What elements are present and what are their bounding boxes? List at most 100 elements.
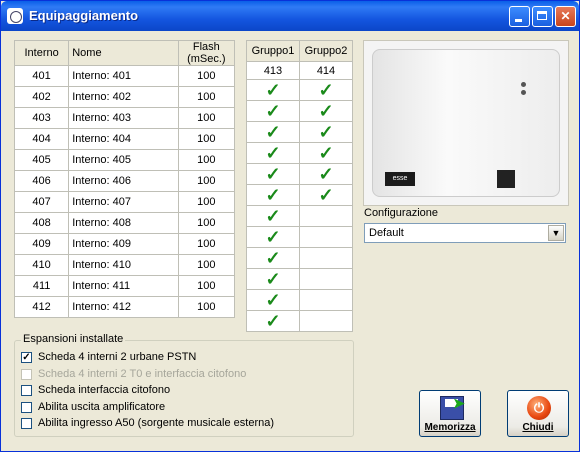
espansione-checkbox[interactable] <box>21 401 32 413</box>
table-row[interactable]: 410 Interno: 410 100 <box>13 254 236 276</box>
cell-flash[interactable]: 100 <box>177 254 236 276</box>
cell-g1[interactable]: ✓ <box>246 310 300 332</box>
column-header-gruppo2[interactable]: Gruppo2 <box>299 40 353 62</box>
cell-interno[interactable]: 401 <box>13 65 70 87</box>
table-row[interactable]: 408 Interno: 408 100 <box>13 212 236 234</box>
cell-nome[interactable]: Interno: 411 <box>68 275 179 297</box>
table-row[interactable]: 409 Interno: 409 100 <box>13 233 236 255</box>
cell-interno[interactable]: 403 <box>13 107 70 129</box>
cell-flash[interactable]: 100 <box>177 149 236 171</box>
cell-nome[interactable]: Interno: 410 <box>68 254 179 276</box>
table-row[interactable]: 402 Interno: 402 100 <box>13 86 236 108</box>
cell-g2[interactable] <box>299 226 353 248</box>
column-header-nome[interactable]: Nome <box>68 40 179 66</box>
extensions-table: Interno Nome Flash (mSec.) 401 Interno: 4… <box>13 40 236 318</box>
cell-interno[interactable]: 410 <box>13 254 70 276</box>
cell-interno[interactable]: 406 <box>13 170 70 192</box>
cell-interno[interactable]: 412 <box>13 296 70 318</box>
cell-g1[interactable]: ✓ <box>246 205 300 227</box>
table-row: ✓ ✓ <box>246 100 353 122</box>
cell-g2[interactable]: ✓ <box>299 121 353 143</box>
maximize-button[interactable] <box>532 6 553 27</box>
cell-g1[interactable]: ✓ <box>246 184 300 206</box>
cell-g2[interactable]: ✓ <box>299 100 353 122</box>
cell-flash[interactable]: 100 <box>177 107 236 129</box>
cell-nome[interactable]: Interno: 402 <box>68 86 179 108</box>
cell-g2[interactable] <box>299 247 353 269</box>
column-header-gruppo1[interactable]: Gruppo1 <box>246 40 300 62</box>
cell-g2[interactable] <box>299 289 353 311</box>
cell-g1[interactable]: ✓ <box>246 100 300 122</box>
cell-nome[interactable]: Interno: 405 <box>68 149 179 171</box>
cell-flash[interactable]: 100 <box>177 275 236 297</box>
flash-header-line2: (mSec.) <box>187 53 226 65</box>
configurazione-selected-value: Default <box>369 227 404 239</box>
cell-nome[interactable]: Interno: 401 <box>68 65 179 87</box>
cell-interno[interactable]: 411 <box>13 275 70 297</box>
table-row[interactable]: 405 Interno: 405 100 <box>13 149 236 171</box>
chiudi-button[interactable]: ⏻ Chiudi <box>507 390 569 437</box>
cell-flash[interactable]: 100 <box>177 128 236 150</box>
cell-nome[interactable]: Interno: 404 <box>68 128 179 150</box>
cell-flash[interactable]: 100 <box>177 233 236 255</box>
cell-interno[interactable]: 405 <box>13 149 70 171</box>
table-row: ✓ <box>246 289 353 311</box>
cell-g1[interactable]: ✓ <box>246 163 300 185</box>
cell-g1[interactable]: ✓ <box>246 289 300 311</box>
cell-flash[interactable]: 100 <box>177 86 236 108</box>
app-icon <box>7 8 23 24</box>
cell-nome[interactable]: Interno: 409 <box>68 233 179 255</box>
column-header-flash[interactable]: Flash (mSec.) <box>177 40 236 66</box>
cell-g2[interactable] <box>299 310 353 332</box>
cell-flash[interactable]: 100 <box>177 65 236 87</box>
status-led <box>521 82 526 87</box>
table-row[interactable]: 404 Interno: 404 100 <box>13 128 236 150</box>
cell-flash[interactable]: 100 <box>177 296 236 318</box>
espansione-checkbox[interactable] <box>21 385 32 396</box>
column-header-interno[interactable]: Interno <box>13 40 70 66</box>
cell-nome[interactable]: Interno: 408 <box>68 212 179 234</box>
minimize-button[interactable] <box>509 6 530 27</box>
check-icon: ✓ <box>265 101 281 121</box>
table-row[interactable]: 407 Interno: 407 100 <box>13 191 236 213</box>
cell-g2[interactable]: ✓ <box>299 184 353 206</box>
cell-interno[interactable]: 409 <box>13 233 70 255</box>
cell-g2[interactable] <box>299 205 353 227</box>
espansione-checkbox[interactable] <box>21 418 32 429</box>
cell-g1[interactable]: ✓ <box>246 247 300 269</box>
cell-flash[interactable]: 100 <box>177 170 236 192</box>
cell-g2[interactable] <box>299 268 353 290</box>
memorizza-button[interactable]: ➤ Memorizza <box>419 390 481 437</box>
cell-g1[interactable]: ✓ <box>246 79 300 101</box>
chevron-down-icon[interactable]: ▼ <box>548 225 564 241</box>
cell-interno[interactable]: 407 <box>13 191 70 213</box>
cell-g1[interactable]: ✓ <box>246 226 300 248</box>
cell-nome[interactable]: Interno: 406 <box>68 170 179 192</box>
configurazione-dropdown[interactable]: Default ▼ <box>364 223 566 243</box>
check-icon: ✓ <box>318 185 334 205</box>
espansione-checkbox[interactable]: ✓ <box>21 352 32 363</box>
table-row[interactable]: 403 Interno: 403 100 <box>13 107 236 129</box>
equipaggiamento-window: Equipaggiamento ✕ Interno Nome Flash (mS… <box>0 0 580 452</box>
cell-interno[interactable]: 408 <box>13 212 70 234</box>
table-row[interactable]: 412 Interno: 412 100 <box>13 296 236 318</box>
table-row[interactable]: 401 Interno: 401 100 <box>13 65 236 87</box>
cell-flash[interactable]: 100 <box>177 191 236 213</box>
cell-g2[interactable]: ✓ <box>299 79 353 101</box>
table-row[interactable]: 411 Interno: 411 100 <box>13 275 236 297</box>
title-bar[interactable]: Equipaggiamento ✕ <box>1 1 579 31</box>
cell-interno[interactable]: 402 <box>13 86 70 108</box>
cell-g1[interactable]: ✓ <box>246 268 300 290</box>
cell-g2[interactable]: ✓ <box>299 142 353 164</box>
table-row: ✓ ✓ <box>246 79 353 101</box>
close-button[interactable]: ✕ <box>555 6 576 27</box>
cell-nome[interactable]: Interno: 412 <box>68 296 179 318</box>
table-row[interactable]: 406 Interno: 406 100 <box>13 170 236 192</box>
cell-flash[interactable]: 100 <box>177 212 236 234</box>
cell-g1[interactable]: ✓ <box>246 142 300 164</box>
cell-nome[interactable]: Interno: 407 <box>68 191 179 213</box>
cell-interno[interactable]: 404 <box>13 128 70 150</box>
cell-g1[interactable]: ✓ <box>246 121 300 143</box>
cell-g2[interactable]: ✓ <box>299 163 353 185</box>
cell-nome[interactable]: Interno: 403 <box>68 107 179 129</box>
